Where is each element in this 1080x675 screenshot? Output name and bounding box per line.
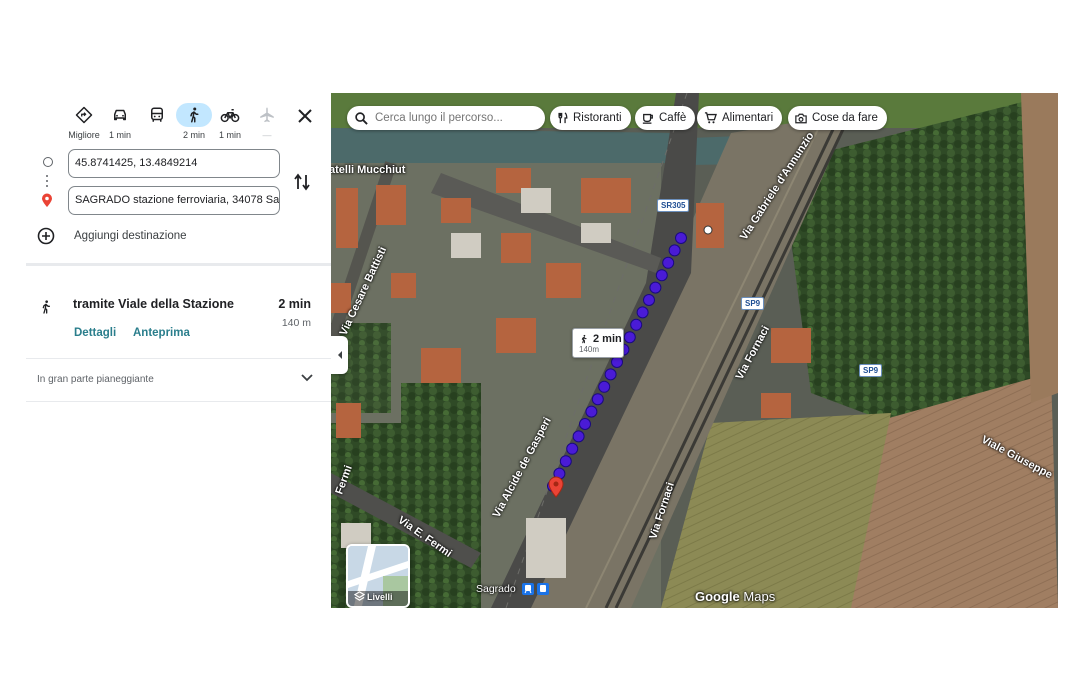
chip-groceries[interactable]: Alimentari: [697, 106, 783, 130]
mode-best-label: Migliore: [68, 130, 100, 140]
train-station-icon: [521, 583, 534, 596]
walking-route-dot: [636, 306, 649, 319]
mode-walk-button[interactable]: 2 min: [175, 103, 213, 140]
preview-link[interactable]: Anteprima: [133, 327, 190, 339]
terrain-text: In gran parte pianeggiante: [37, 374, 154, 385]
callout-distance: 140m: [579, 345, 600, 354]
route-dots-icon: [46, 175, 49, 190]
chevron-down-icon: [301, 374, 313, 382]
walking-route-dot: [655, 269, 668, 282]
layers-icon: [354, 591, 365, 601]
route-option-card[interactable]: tramite Viale della Stazione 2 min 140 m…: [26, 289, 331, 359]
road-shield-sp9: SP9: [859, 364, 883, 377]
add-circle-icon: [37, 227, 55, 245]
walking-route-dot: [591, 393, 604, 406]
destination-input[interactable]: SAGRADO stazione ferroviaria, 34078 Sagr…: [68, 186, 280, 215]
fork-knife-icon: [558, 112, 568, 124]
chevron-left-icon: [337, 351, 342, 359]
chip-coffee[interactable]: Caffè: [635, 106, 696, 130]
terrain-info-row[interactable]: In gran parte pianeggiante: [26, 359, 331, 401]
add-destination-label: Aggiungi destinazione: [74, 230, 187, 242]
walking-route-dot: [675, 232, 687, 244]
airplane-icon: [248, 103, 286, 127]
chip-restaurants-label: Ristoranti: [573, 112, 622, 124]
place-label-sagrado[interactable]: Sagrado: [476, 583, 549, 596]
bus-icon: [138, 103, 176, 127]
camera-icon: [795, 113, 807, 123]
walking-icon: [581, 334, 587, 344]
directions-panel: Migliore 1 min 2 min 1 min — 45.8741425,…: [26, 93, 331, 608]
route-duration: 2 min: [278, 297, 311, 311]
walking-route-dot: [566, 442, 579, 455]
search-icon: [355, 111, 368, 125]
chip-restaurants[interactable]: Ristoranti: [550, 106, 631, 130]
origin-map-marker[interactable]: [703, 225, 713, 235]
walking-route-dot: [623, 331, 636, 344]
swap-arrows-icon: [294, 173, 310, 191]
bicycle-icon: [211, 103, 249, 127]
walking-route-dot: [572, 430, 585, 443]
road-shield-sr305: SR305: [657, 199, 690, 212]
walking-route-dot: [559, 455, 572, 468]
route-distance: 140 m: [281, 317, 311, 329]
mode-car-button[interactable]: 1 min: [101, 103, 139, 140]
car-icon: [101, 103, 139, 127]
mode-car-label: 1 min: [108, 130, 131, 140]
walking-route-dot: [579, 418, 591, 430]
walking-route-dot: [611, 356, 623, 368]
logo-maps: Maps: [743, 589, 776, 604]
google-maps-logo: Google Maps: [695, 589, 775, 604]
divider: [26, 401, 331, 402]
mode-bike-label: 1 min: [218, 130, 241, 140]
walking-route-dot: [598, 380, 611, 393]
mode-bike-button[interactable]: 1 min: [211, 103, 249, 140]
layers-button[interactable]: Livelli: [346, 544, 410, 608]
chip-things-to-do[interactable]: Cose da fare: [788, 106, 887, 130]
satellite-map[interactable]: Ristoranti Caffè Alimentari Cose da fare…: [331, 93, 1058, 608]
mode-transit-button[interactable]: [138, 103, 176, 130]
walking-route-dot: [585, 405, 598, 418]
road-shield-sp9: SP9: [741, 297, 765, 310]
walking-route-dot: [643, 294, 655, 306]
mode-walk-label: 2 min: [182, 130, 205, 140]
logo-google: Google: [695, 589, 740, 604]
diamond-directions-icon: [65, 103, 103, 127]
shopping-cart-icon: [704, 112, 717, 124]
walking-route-dot: [604, 368, 617, 381]
collapse-panel-button[interactable]: [331, 336, 348, 374]
mode-flight-button[interactable]: —: [248, 103, 286, 140]
mode-flight-label: —: [262, 130, 272, 140]
details-link[interactable]: Dettagli: [74, 327, 116, 339]
layers-label: Livelli: [367, 592, 393, 602]
close-directions-button[interactable]: [294, 105, 316, 127]
swap-origin-destination-button[interactable]: [294, 172, 314, 194]
walking-route-dot: [649, 281, 662, 294]
origin-input[interactable]: 45.8741425, 13.4849214: [68, 149, 280, 178]
add-destination-button[interactable]: Aggiungi destinazione: [37, 227, 187, 245]
chip-groceries-label: Alimentari: [722, 112, 774, 124]
walking-route-dot: [668, 244, 681, 257]
coffee-cup-icon: [642, 113, 653, 124]
walking-route-dot: [662, 256, 675, 269]
origin-circle-icon: [43, 157, 53, 167]
chip-coffee-label: Caffè: [659, 112, 687, 124]
search-along-route-input[interactable]: [373, 111, 537, 125]
bus-stop-icon: [536, 583, 549, 596]
callout-time: 2 min: [593, 333, 622, 345]
satellite-imagery: [331, 93, 1058, 608]
close-icon: [298, 109, 312, 123]
destination-pin-icon: [42, 193, 52, 207]
walking-route-dot: [630, 318, 643, 331]
divider: [26, 263, 331, 266]
street-label-mucchiut: atelli Mucchiut: [331, 164, 406, 176]
place-label-text: Sagrado: [476, 583, 516, 595]
mode-best-button[interactable]: Migliore: [65, 103, 103, 140]
route-duration-callout[interactable]: 2 min 140m: [572, 328, 624, 358]
chip-things-to-do-label: Cose da fare: [812, 112, 878, 124]
walking-icon: [42, 300, 50, 314]
search-along-route-box[interactable]: [347, 106, 545, 130]
walking-icon: [176, 103, 212, 127]
route-title: tramite Viale della Stazione: [73, 297, 234, 311]
